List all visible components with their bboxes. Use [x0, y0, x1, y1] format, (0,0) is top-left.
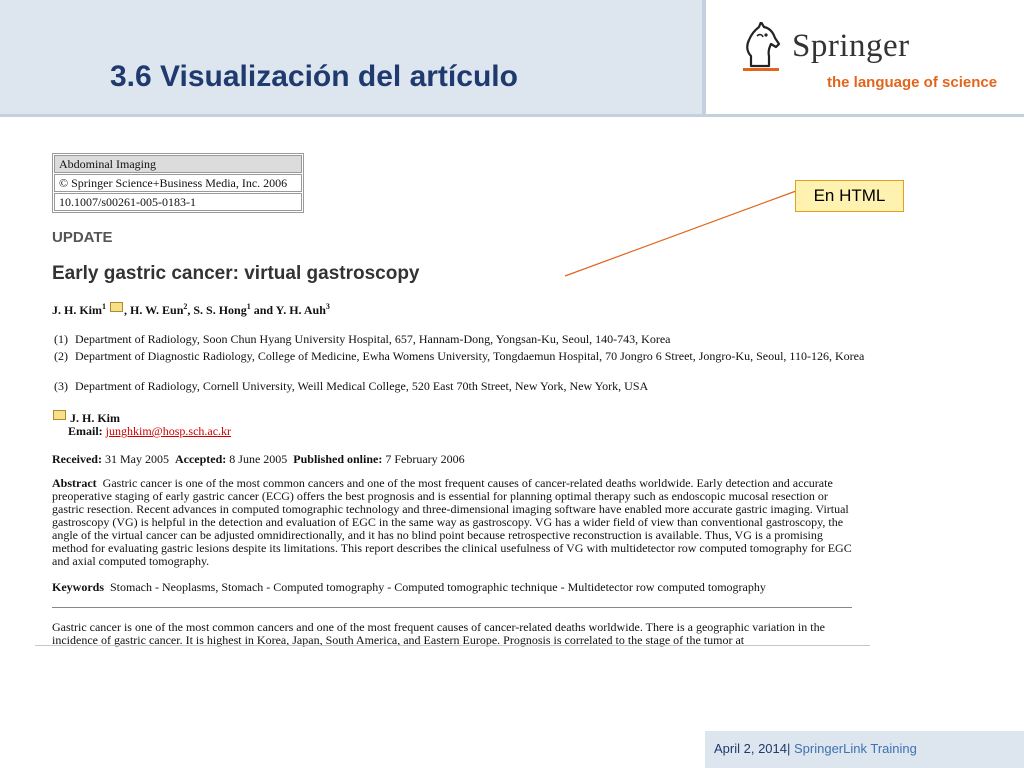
section-label: UPDATE — [52, 229, 113, 246]
envelope-icon — [53, 410, 66, 420]
springer-wordmark: Springer — [792, 28, 910, 64]
footer-course: SpringerLink Training — [790, 741, 917, 756]
email-link[interactable]: junghkim@hosp.sch.ac.kr — [106, 424, 231, 438]
abstract: Abstract Gastric cancer is one of the mo… — [52, 477, 852, 568]
section-divider — [52, 607, 852, 608]
publication-dates: Received: 31 May 2005 Accepted: 8 June 2… — [52, 452, 465, 466]
author-affil-sup: 3 — [325, 302, 330, 311]
author-affil-sup: 1 — [102, 302, 106, 311]
springer-horse-icon — [743, 22, 781, 71]
affiliation-item: (2) Department of Diagnostic Radiology, … — [54, 349, 865, 363]
contact-email-line: Email: junghkim@hosp.sch.ac.kr — [68, 424, 232, 438]
screenshot-cut-line — [35, 645, 870, 646]
article-body-text: Gastric cancer is one of the most common… — [52, 621, 825, 647]
callout-box: En HTML — [795, 180, 904, 212]
author-list: J. H. Kim1 , H. W. Eun2, S. S. Hong1 and… — [52, 302, 330, 317]
author-name[interactable]: H. W. Eun — [130, 303, 183, 317]
affiliation-item: (1) Department of Radiology, Soon Chun H… — [54, 332, 671, 346]
article-title: Early gastric cancer: virtual gastroscop… — [52, 263, 420, 284]
author-name[interactable]: Y. H. Auh — [276, 303, 326, 317]
author-name[interactable]: S. S. Hong — [193, 303, 246, 317]
footer-text: April 2, 2014| SpringerLink Training — [714, 741, 917, 756]
abstract-label: Abstract — [52, 476, 97, 490]
springer-tagline: the language of science — [827, 74, 998, 91]
slide-title: 3.6 Visualización del artículo — [110, 60, 518, 93]
abstract-text: Gastric cancer is one of the most common… — [52, 476, 852, 568]
keywords: Keywords Stomach - Neoplasms, Stomach - … — [52, 580, 766, 594]
affiliation-item: (3) Department of Radiology, Cornell Uni… — [54, 379, 649, 393]
meta-copyright: © Springer Science+Business Media, Inc. … — [54, 174, 302, 192]
header-left-panel — [0, 0, 702, 114]
envelope-icon[interactable] — [110, 302, 123, 312]
meta-doi: 10.1007/s00261-005-0183-1 — [54, 193, 302, 211]
meta-journal: Abdominal Imaging — [54, 155, 302, 173]
author-name[interactable]: J. H. Kim — [52, 303, 102, 317]
journal-meta-table: Abdominal Imaging © Springer Science+Bus… — [52, 153, 304, 213]
footer-date: April 2, 2014 — [714, 741, 787, 756]
footer-bar: April 2, 2014| SpringerLink Training — [705, 731, 1024, 768]
header-bottom-rule — [0, 114, 1024, 117]
